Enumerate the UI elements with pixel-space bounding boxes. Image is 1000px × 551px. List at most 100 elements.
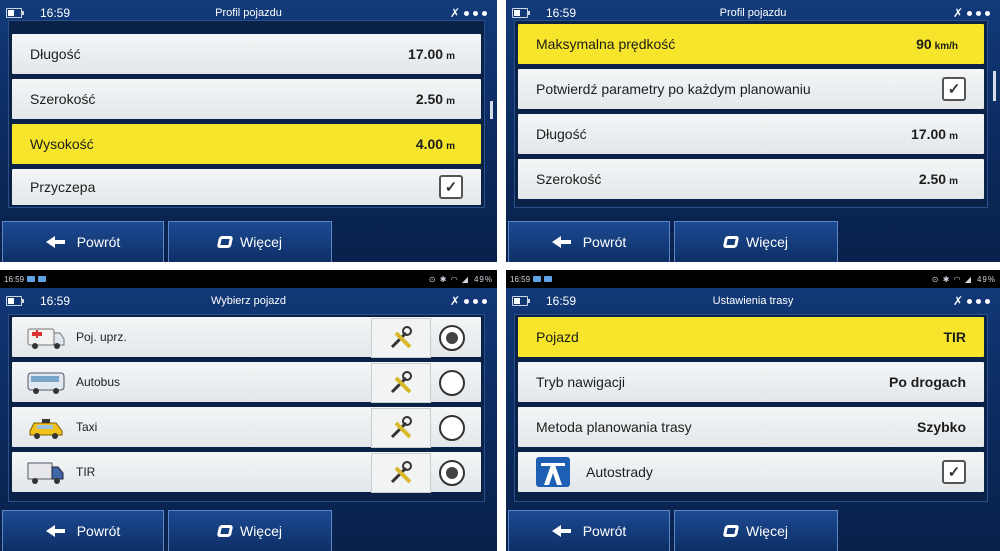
page-title: Profil pojazdu [719, 7, 787, 19]
settings-icon[interactable]: ✗ [953, 294, 990, 308]
screen-route-settings: 16:59 ⊙ ✱ ◠ ◢ 49% 16:59 Ustawienia trasy … [506, 270, 1000, 551]
highway-icon [536, 457, 570, 487]
row-value: 2.50 m [415, 91, 455, 107]
more-button[interactable]: Więcej [168, 510, 332, 551]
vehicle-list: Poj. uprz. Autobus Taxi TIR [8, 314, 485, 502]
status-battery: 49% [473, 274, 493, 284]
status-icons: ⊙ ✱ ◠ ◢ [931, 274, 972, 284]
row-label: Wysokość [30, 136, 94, 152]
row-label: Pojazd [536, 329, 579, 345]
page-title: Profil pojazdu [215, 7, 282, 19]
more-icon [216, 525, 234, 537]
scrollbar[interactable] [993, 71, 996, 101]
row-label: Metoda planowania trasy [536, 419, 692, 435]
more-icon [722, 525, 740, 537]
bus-icon [26, 367, 66, 397]
back-label: Powrót [76, 234, 121, 250]
taxi-icon [26, 412, 66, 442]
title-bar: 16:59 Wybierz pojazd ✗ [0, 288, 497, 314]
row-label: Autostrady [586, 464, 653, 480]
tools-icon [390, 371, 412, 394]
status-icons: ⊙ ✱ ◠ ◢ [428, 274, 469, 284]
row-route-planning-method[interactable]: Metoda planowania trasy Szybko [518, 407, 984, 447]
row-value: 2.50 m [918, 171, 958, 187]
page-title: Wybierz pojazd [210, 295, 287, 307]
route-settings-list: Pojazd TIR Tryb nawigacji Po drogach Met… [514, 314, 988, 502]
row-trailer[interactable]: Przyczepa ✓ [12, 169, 481, 205]
android-status-bar: 16:59 ⊙ ✱ ◠ ◢ 49% [506, 270, 1000, 288]
back-label: Powrót [76, 523, 121, 539]
row-navigation-mode[interactable]: Tryb nawigacji Po drogach [518, 362, 984, 402]
back-arrow-icon [45, 236, 65, 248]
back-button[interactable]: Powrót [2, 510, 164, 551]
vehicle-radio[interactable] [439, 370, 465, 396]
row-label: Przyczepa [30, 179, 96, 195]
back-label: Powrót [582, 234, 627, 250]
vehicle-radio[interactable] [439, 460, 465, 486]
back-button[interactable]: Powrót [508, 221, 670, 262]
back-button[interactable]: Powrót [508, 510, 670, 551]
status-clock: 16:59 [510, 274, 531, 284]
row-vehicle[interactable]: Pojazd TIR [518, 317, 984, 357]
more-button[interactable]: Więcej [168, 221, 332, 262]
row-highways[interactable]: Autostrady ✓ [518, 452, 984, 492]
more-button[interactable]: Więcej [674, 510, 838, 551]
confirm-checkbox[interactable]: ✓ [942, 77, 966, 101]
edit-vehicle-button[interactable] [371, 408, 431, 448]
more-icon [216, 236, 234, 248]
row-value: Szybko [916, 419, 966, 435]
more-label: Więcej [745, 523, 788, 539]
vehicle-radio[interactable] [439, 415, 465, 441]
page-title: Ustawienia trasy [712, 295, 794, 307]
tools-icon [390, 461, 412, 484]
screen-vehicle-profile-1: 16:59 Profil pojazdu ✗ Długość 17.00 m Sz… [0, 0, 497, 262]
row-label: Szerokość [30, 91, 96, 107]
settings-icon[interactable]: ✗ [450, 6, 487, 20]
ambulance-icon [26, 322, 66, 352]
vehicle-label: Poj. uprz. [76, 330, 127, 344]
edit-vehicle-button[interactable] [371, 318, 431, 358]
back-label: Powrót [582, 523, 627, 539]
vehicle-label: Taxi [76, 420, 98, 434]
more-icon [722, 236, 740, 248]
row-length[interactable]: Długość 17.00 m [12, 34, 481, 74]
row-confirm-params[interactable]: Potwierdź parametry po każdym planowaniu… [518, 69, 984, 109]
row-label: Długość [536, 126, 587, 142]
vehicle-radio[interactable] [439, 325, 465, 351]
more-label: Więcej [239, 234, 282, 250]
vehicle-label: TIR [76, 465, 96, 479]
row-label: Długość [30, 46, 81, 62]
settings-list: Długość 17.00 m Szerokość 2.50 m Wysokość … [8, 20, 493, 208]
vehicle-label: Autobus [76, 375, 121, 389]
settings-icon[interactable]: ✗ [450, 294, 487, 308]
status-battery: 49% [976, 274, 996, 284]
tools-icon [390, 326, 412, 349]
row-width[interactable]: Szerokość 2.50 m [12, 79, 481, 119]
settings-list: Maksymalna prędkość 90 km/h Potwierdź par… [514, 20, 996, 208]
row-length[interactable]: Długość 17.00 m [518, 114, 984, 154]
status-clock: 16:59 [4, 274, 25, 284]
row-label: Maksymalna prędkość [536, 36, 676, 52]
scrollbar[interactable] [490, 101, 493, 119]
row-value: 90 km/h [916, 36, 958, 52]
screen-choose-vehicle: 16:59 ⊙ ✱ ◠ ◢ 49% 16:59 Wybierz pojazd ✗ … [0, 270, 497, 551]
highways-checkbox[interactable]: ✓ [942, 460, 966, 484]
edit-vehicle-button[interactable] [371, 363, 431, 403]
back-arrow-icon [551, 236, 571, 248]
back-arrow-icon [45, 525, 65, 537]
row-value: 17.00 m [408, 46, 455, 62]
more-button[interactable]: Więcej [674, 221, 838, 262]
android-status-bar: 16:59 ⊙ ✱ ◠ ◢ 49% [0, 270, 497, 288]
tools-icon [390, 416, 412, 439]
row-height[interactable]: Wysokość 4.00 m [12, 124, 481, 164]
row-width[interactable]: Szerokość 2.50 m [518, 159, 984, 199]
back-button[interactable]: Powrót [2, 221, 164, 262]
trailer-checkbox[interactable]: ✓ [439, 175, 463, 199]
row-value: Po drogach [888, 374, 966, 390]
title-bar: 16:59 Ustawienia trasy ✗ [506, 288, 1000, 314]
truck-icon [26, 457, 66, 487]
settings-icon[interactable]: ✗ [953, 6, 990, 20]
row-label: Tryb nawigacji [536, 374, 625, 390]
edit-vehicle-button[interactable] [371, 453, 431, 493]
row-max-speed[interactable]: Maksymalna prędkość 90 km/h [518, 24, 984, 64]
